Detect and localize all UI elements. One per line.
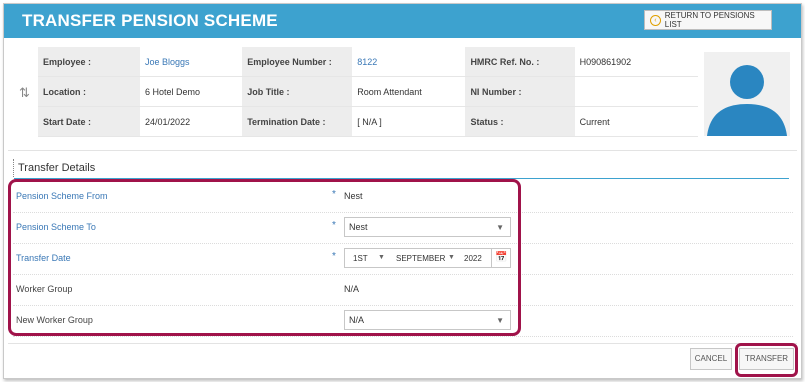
info-label: NI Number : [465, 76, 575, 107]
info-label: Employee Number : [242, 47, 353, 77]
footer-divider [8, 343, 797, 344]
employee-info-panel: ⇅ Employee : Joe Bloggs Employee Number :8… [8, 47, 797, 137]
info-row: Location :6 Hotel Demo Job Title : Room At… [38, 76, 698, 107]
info-value: 24/01/2022 [140, 106, 243, 137]
info-value[interactable]: 8122 [352, 47, 466, 77]
form-highlight-box [8, 179, 521, 336]
info-value: 6 Hotel Demo [140, 76, 243, 107]
info-row: Start Date :24/01/2022 Termination Date :… [38, 106, 698, 137]
back-arrow-icon: ‹ [650, 14, 661, 26]
info-label: Status : [465, 106, 575, 137]
transfer-highlight-box [735, 343, 798, 377]
info-label: Start Date : [38, 106, 141, 137]
return-button-label: RETURN TO PENSIONS LIST [664, 11, 755, 29]
section-title: Transfer Details [13, 159, 95, 177]
info-label: Employee : [38, 47, 141, 77]
info-row: Employee : Joe Bloggs Employee Number :812… [38, 47, 698, 77]
user-silhouette-icon [707, 65, 787, 136]
info-value[interactable]: Joe Bloggs [140, 47, 243, 77]
avatar [704, 52, 790, 136]
info-value: H090861902 [574, 47, 698, 77]
info-value: Room Attendant [352, 76, 466, 107]
page-header: TRANSFER PENSION SCHEME ‹ RETURN TO PENS… [4, 4, 801, 38]
info-value [574, 76, 698, 107]
return-to-pensions-button[interactable]: ‹ RETURN TO PENSIONS LIST [644, 10, 772, 30]
info-value: [ N/A ] [352, 106, 466, 137]
info-label: Job Title : [242, 76, 353, 107]
info-label: Location : [38, 76, 141, 107]
cancel-button[interactable]: CANCEL [690, 348, 732, 370]
transfer-pension-page: TRANSFER PENSION SCHEME ‹ RETURN TO PENS… [3, 3, 802, 379]
employee-info-table: Employee : Joe Bloggs Employee Number :812… [38, 47, 698, 137]
info-label: Termination Date : [242, 106, 353, 137]
page-title: TRANSFER PENSION SCHEME [22, 11, 278, 30]
info-label: HMRC Ref. No. : [465, 47, 575, 77]
info-value: Current [574, 106, 698, 137]
swap-arrows-icon[interactable]: ⇅ [19, 85, 30, 101]
